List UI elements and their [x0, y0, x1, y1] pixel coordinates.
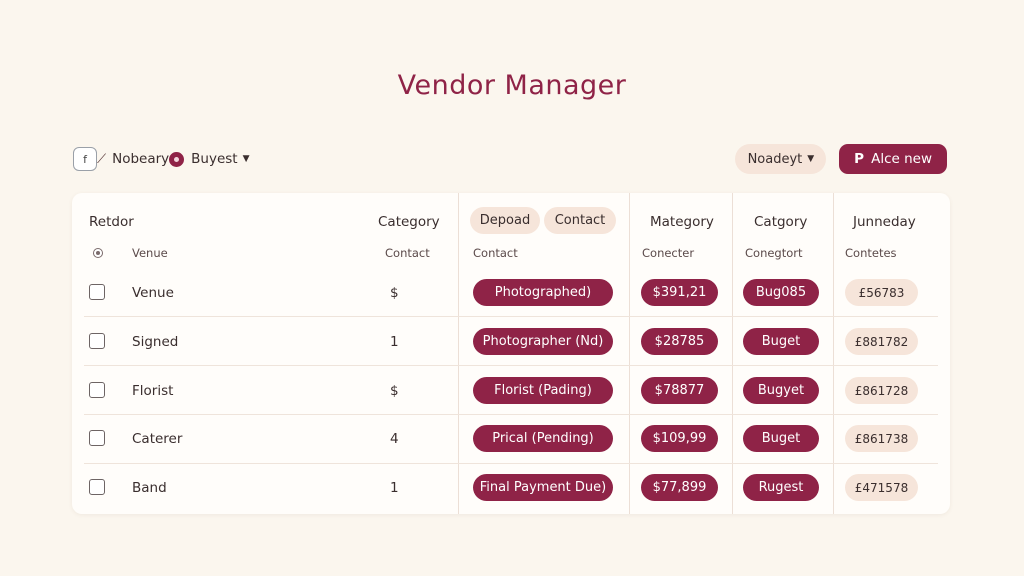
- row-checkbox[interactable]: [89, 382, 105, 398]
- chevron-down-icon: ▼: [807, 154, 815, 164]
- row-checkbox[interactable]: [89, 284, 105, 300]
- add-new-button[interactable]: P Alce new: [839, 144, 947, 174]
- header-mategory[interactable]: Mategory: [650, 214, 714, 230]
- amount-badge[interactable]: $109,99: [641, 425, 718, 452]
- page-title: Vendor Manager: [397, 70, 627, 101]
- filter-select[interactable]: Noadeyt ▼: [734, 144, 827, 174]
- vendor-count: 1: [390, 334, 399, 350]
- value-badge: £881782: [845, 328, 918, 355]
- value-badge: £861738: [845, 425, 918, 452]
- subheader-venue: Venue: [132, 246, 168, 260]
- budget-tag[interactable]: Buget: [743, 328, 819, 355]
- amount-badge[interactable]: $391,21: [641, 279, 718, 306]
- row-divider: [84, 316, 938, 317]
- budget-tag[interactable]: Bug085: [743, 279, 819, 306]
- vendor-name: Band: [132, 480, 167, 496]
- facebook-icon-glyph: f: [83, 152, 87, 166]
- header-category[interactable]: Category: [378, 214, 440, 230]
- vendor-count: $: [390, 285, 399, 301]
- filter-select-label: Noadeyt: [747, 151, 803, 167]
- notify-filter[interactable]: ⟋ Nobeary: [97, 151, 169, 167]
- status-badge[interactable]: Final Payment Due): [473, 474, 613, 501]
- notify-label: Nobeary: [112, 151, 170, 167]
- subheader-contact-2: Contact: [473, 246, 518, 260]
- status-badge[interactable]: Photographer (Nd): [473, 328, 613, 355]
- amount-badge[interactable]: $78877: [641, 377, 718, 404]
- toolbar-left: f ⟋ Nobeary Buyest ▼: [73, 146, 250, 172]
- vendor-count: 1: [390, 480, 399, 496]
- row-divider: [84, 463, 938, 464]
- value-badge: £861728: [845, 377, 918, 404]
- chevron-down-icon: ▼: [242, 154, 250, 164]
- toolbar-right: Noadeyt ▼ P Alce new: [734, 144, 947, 174]
- vendor-table: Retdor Category Depoad Contact Mategory …: [72, 193, 950, 514]
- header-catgory[interactable]: Catgory: [754, 214, 807, 230]
- budget-label: Buyest: [191, 151, 238, 167]
- column-divider: [458, 193, 459, 514]
- subheader-contact: Contact: [385, 246, 430, 260]
- vendor-name: Caterer: [132, 431, 183, 447]
- status-badge[interactable]: Prical (Pending): [473, 425, 613, 452]
- row-checkbox[interactable]: [89, 430, 105, 446]
- column-divider: [833, 193, 834, 514]
- budget-tag[interactable]: Bugyet: [743, 377, 819, 404]
- select-all-radio[interactable]: [93, 248, 103, 258]
- amount-badge[interactable]: $77,899: [641, 474, 718, 501]
- header-vendor[interactable]: Retdor: [89, 214, 134, 230]
- subheader-conegtort: Conegtort: [745, 246, 803, 260]
- subheader-conecter: Conecter: [642, 246, 695, 260]
- add-icon: P: [854, 151, 865, 167]
- facebook-icon[interactable]: f: [73, 147, 97, 171]
- header-junneday[interactable]: Junneday: [853, 214, 916, 230]
- amount-badge[interactable]: $28785: [641, 328, 718, 355]
- column-divider: [732, 193, 733, 514]
- header-depoad-pill[interactable]: Depoad: [470, 207, 540, 234]
- header-contact-pill[interactable]: Contact: [544, 207, 616, 234]
- add-new-label: Alce new: [871, 151, 932, 167]
- row-checkbox[interactable]: [89, 479, 105, 495]
- budget-icon: [169, 151, 185, 167]
- subheader-contetes: Contetes: [845, 246, 897, 260]
- vendor-count: 4: [390, 431, 399, 447]
- vendor-name: Florist: [132, 383, 174, 399]
- row-checkbox[interactable]: [89, 333, 105, 349]
- vendor-name: Signed: [132, 334, 179, 350]
- status-badge[interactable]: Photographed): [473, 279, 613, 306]
- budget-tag[interactable]: Buget: [743, 425, 819, 452]
- row-divider: [84, 414, 938, 415]
- vendor-name: Venue: [132, 285, 174, 301]
- column-divider: [629, 193, 630, 514]
- budget-tag[interactable]: Rugest: [743, 474, 819, 501]
- row-divider: [84, 365, 938, 366]
- vendor-count: $: [390, 383, 399, 399]
- value-badge: £471578: [845, 474, 918, 501]
- budget-dropdown[interactable]: Buyest ▼: [169, 151, 250, 167]
- value-badge: £56783: [845, 279, 918, 306]
- status-badge[interactable]: Florist (Pading): [473, 377, 613, 404]
- activity-icon: ⟋: [97, 151, 107, 167]
